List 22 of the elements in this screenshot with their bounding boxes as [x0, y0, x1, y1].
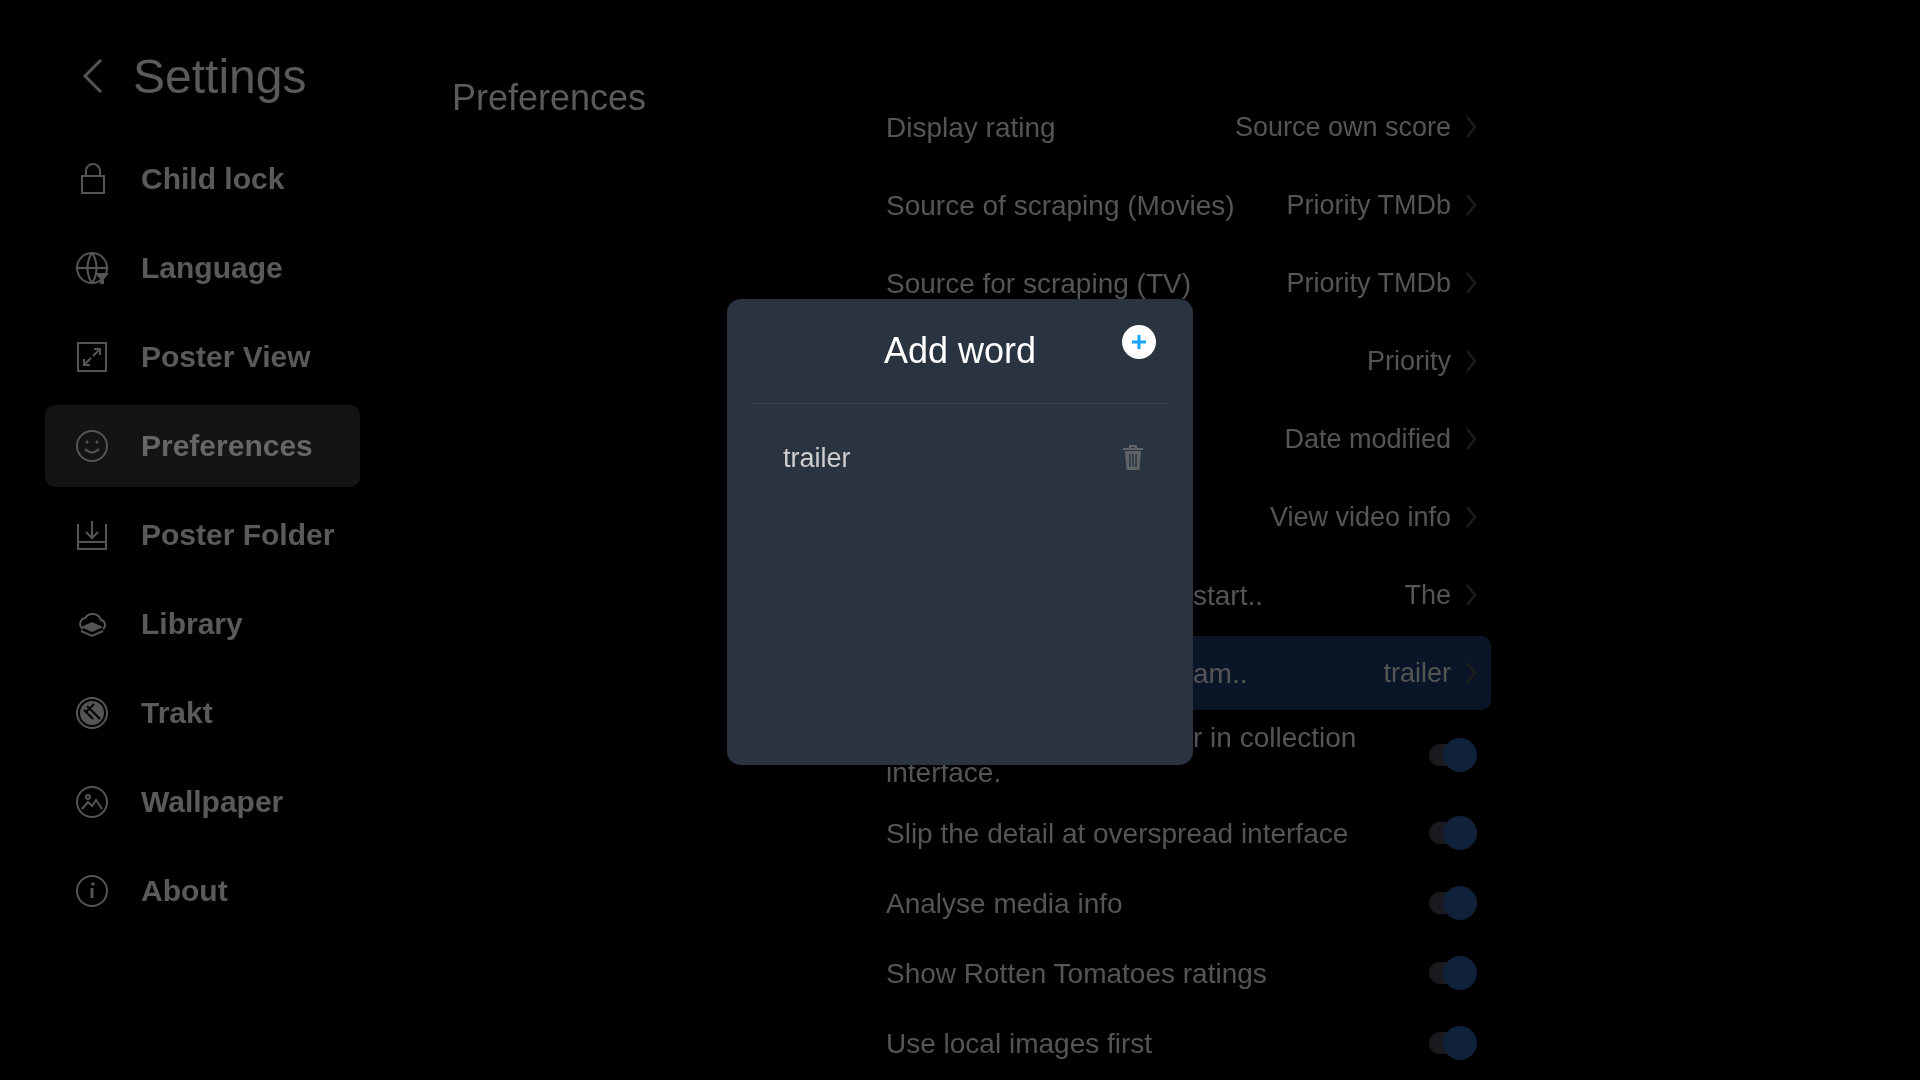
setting-value: Priority	[1367, 345, 1451, 377]
setting-label: Display rating	[886, 110, 1057, 145]
setting-value: Date modified	[1284, 423, 1451, 455]
page-title: Settings	[133, 48, 307, 104]
setting-value: Priority TMDb	[1286, 267, 1451, 299]
setting-label: start..	[1192, 578, 1264, 613]
setting-value: Priority TMDb	[1286, 189, 1451, 221]
setting-label: am..	[1192, 656, 1249, 691]
setting-label: Slip the detail at overspread interface	[886, 816, 1350, 851]
word-text: trailer	[783, 442, 851, 474]
section-title: Preferences	[452, 77, 648, 119]
setting-label: Analyse media info	[886, 886, 1124, 921]
setting-label: Source of scraping (Movies)	[886, 188, 1236, 223]
setting-label: r in collection interface.	[886, 721, 1358, 790]
setting-value: View video info	[1269, 501, 1451, 533]
dialog-title: Add word	[883, 330, 1037, 372]
setting-value: The	[1404, 579, 1451, 611]
setting-label: Source for scraping (TV)	[886, 266, 1192, 301]
setting-value: trailer	[1383, 657, 1451, 689]
setting-value: Source own score	[1234, 111, 1451, 143]
setting-label: Show Rotten Tomatoes ratings	[886, 956, 1268, 991]
setting-label: Use local images first	[886, 1026, 1154, 1061]
